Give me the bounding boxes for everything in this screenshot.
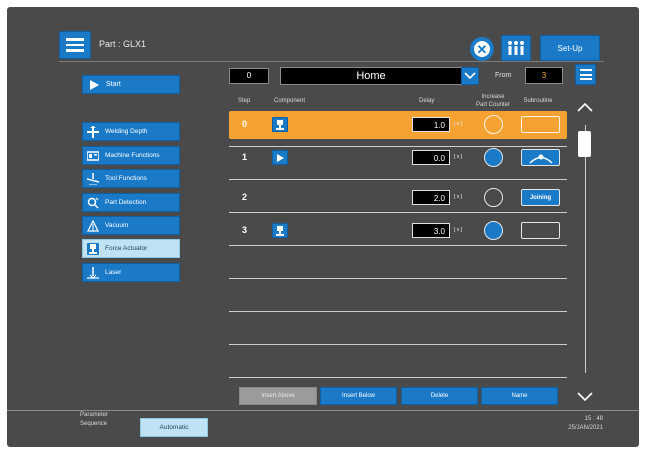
delay-field[interactable]: 1.0: [412, 117, 450, 132]
scroll-down-button[interactable]: [577, 389, 593, 407]
chevron-down-icon: [464, 72, 476, 80]
step-number: 1: [242, 152, 248, 162]
date-text: 25/JAN/2021: [568, 425, 603, 431]
subroutine-slot[interactable]: Joining: [521, 189, 560, 206]
sidebar-item-laser[interactable]: Laser: [82, 263, 180, 282]
delay-field[interactable]: 0.0: [412, 150, 450, 165]
sidebar-item-force-actuator[interactable]: Force Actuator: [82, 239, 180, 258]
vacuum-icon: [87, 219, 99, 232]
insert-above-button[interactable]: Insert Above: [239, 387, 317, 405]
list-icon: [579, 69, 592, 71]
column-header-delay: Delay: [419, 98, 435, 104]
actuator-icon[interactable]: [272, 223, 288, 238]
row-divider: [229, 344, 567, 345]
sidebar-item-tool-functions[interactable]: Tool Functions: [82, 169, 180, 188]
laser-icon: [87, 266, 99, 279]
step-number: 0: [242, 119, 248, 129]
row-divider: [229, 146, 567, 147]
play-icon[interactable]: [272, 150, 288, 165]
step-number: 2: [242, 192, 248, 202]
row-divider: [229, 311, 567, 312]
list-menu-button[interactable]: [575, 64, 596, 85]
sidebar-item-label: Part Detection: [105, 199, 147, 206]
row-divider: [229, 245, 567, 246]
chevron-down-icon: [577, 392, 593, 402]
sidebar-item-vacuum[interactable]: Vacuum: [82, 216, 180, 235]
delay-field[interactable]: 3.0: [412, 223, 450, 238]
table-row[interactable]: 3 3.0 [ s ]: [229, 217, 567, 245]
sidebar-item-machine-functions[interactable]: Machine Functions: [82, 146, 180, 165]
delay-unit: [ s ]: [454, 121, 463, 127]
row-divider: [229, 212, 567, 213]
from-label: From: [495, 72, 512, 79]
delay-unit: [ s ]: [454, 154, 463, 160]
step-number-field[interactable]: 0: [229, 68, 269, 84]
step-number: 3: [242, 225, 248, 235]
close-button[interactable]: ✕: [470, 37, 494, 61]
actuator-icon[interactable]: [272, 117, 288, 132]
sidebar-item-label: Vacuum: [105, 222, 129, 229]
main-menu-button[interactable]: [59, 31, 91, 59]
sidebar-item-part-detection[interactable]: Part Detection: [82, 193, 180, 212]
machine-functions-icon: [87, 150, 99, 162]
sequence-title-field[interactable]: Home: [280, 67, 462, 85]
row-divider: [229, 179, 567, 180]
setup-button[interactable]: Set-Up: [540, 35, 600, 61]
scroll-up-button[interactable]: [577, 99, 593, 117]
part-label: Part : GLX1: [99, 39, 147, 49]
sidebar-item-welding-depth[interactable]: Welding Depth: [82, 122, 180, 141]
automatic-mode-button[interactable]: Automatic: [140, 418, 208, 437]
table-row[interactable]: 1 0.0 [ s ]: [229, 144, 567, 172]
close-icon: ✕: [474, 41, 490, 57]
row-divider: [229, 278, 567, 279]
overview-button[interactable]: [501, 35, 531, 61]
sidebar-item-label: Tool Functions: [105, 175, 147, 182]
table-row[interactable]: 2 2.0 [ s ] Joining: [229, 184, 567, 212]
joining-curve-icon: [529, 154, 552, 164]
delay-unit: [ s ]: [454, 194, 463, 200]
column-header-component: Component: [274, 98, 306, 104]
param-line2: Sequence: [80, 421, 108, 427]
clock: 15 : 48 25/JAN/2021: [567, 415, 603, 433]
insert-below-button[interactable]: Insert Below: [320, 387, 397, 405]
sidebar-item-label: Force Actuator: [105, 245, 148, 252]
sidebar-item-label: Machine Functions: [105, 152, 160, 159]
tool-functions-icon: [87, 172, 99, 185]
welding-depth-icon: [87, 125, 99, 138]
start-label: Start: [106, 81, 121, 88]
part-counter-toggle[interactable]: [484, 221, 503, 240]
menu-icon: [66, 38, 84, 41]
sidebar-item-label: Welding Depth: [105, 128, 148, 135]
column-header-step: Step: [238, 98, 251, 104]
app-screen: Part : GLX1 ✕ Set-Up Start Welding Depth…: [7, 7, 639, 447]
delay-field[interactable]: 2.0: [412, 190, 450, 205]
subroutine-slot[interactable]: [521, 222, 560, 239]
delete-button[interactable]: Delete: [401, 387, 478, 405]
part-detection-icon: [87, 197, 99, 209]
sidebar-item-label: Laser: [105, 269, 122, 276]
parameter-sequence-label: Parameter Sequence: [80, 411, 108, 429]
part-counter-toggle[interactable]: [484, 148, 503, 167]
scroll-thumb[interactable]: [578, 131, 591, 157]
param-line1: Parameter: [80, 412, 109, 418]
chevron-up-icon: [577, 102, 593, 112]
part-counter-toggle[interactable]: [484, 115, 503, 134]
row-divider: [229, 377, 567, 378]
from-field[interactable]: 3: [525, 67, 563, 84]
scroll-track[interactable]: [585, 125, 586, 373]
part-counter-toggle[interactable]: [484, 188, 503, 207]
subroutine-slot[interactable]: [521, 149, 560, 166]
delay-unit: [ s ]: [454, 227, 463, 233]
grid-dots-icon: [508, 41, 524, 55]
play-icon: [90, 79, 99, 90]
sequence-dropdown-button[interactable]: [461, 67, 479, 85]
force-actuator-icon: [87, 242, 99, 255]
subroutine-slot[interactable]: [521, 116, 560, 133]
header-divider: [59, 61, 604, 62]
time-text: 15 : 48: [584, 416, 603, 422]
start-button[interactable]: Start: [82, 75, 180, 94]
column-header-subroutine: Subroutine: [523, 98, 553, 104]
name-button[interactable]: Name: [481, 387, 558, 405]
table-row[interactable]: 0 1.0 [ s ]: [229, 111, 567, 139]
